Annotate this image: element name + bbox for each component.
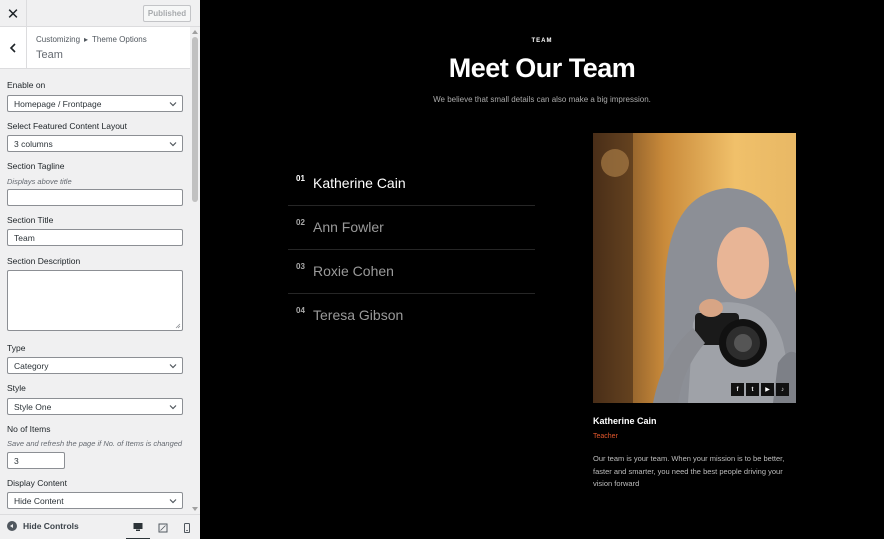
resize-grip-icon[interactable] [175, 323, 181, 329]
tagline-input[interactable] [7, 189, 183, 206]
section-title-label: Section Title [7, 215, 54, 225]
device-desktop-button[interactable] [126, 515, 150, 539]
style-select[interactable]: Style One [7, 398, 183, 415]
display-content-select[interactable]: Hide Content [7, 492, 183, 509]
member-number: 01 [296, 174, 305, 183]
controls-panel: Enable on Homepage / Frontpage Select Fe… [0, 69, 190, 514]
items-description: Save and refresh the page if No. of Item… [7, 439, 183, 448]
team-member-item[interactable]: 01 Katherine Cain [288, 162, 535, 206]
scroll-thumb[interactable] [192, 37, 198, 202]
enable-on-select[interactable]: Homepage / Frontpage [7, 95, 183, 112]
sidebar-footer: Hide Controls [0, 514, 200, 539]
member-name: Ann Fowler [313, 219, 384, 235]
team-title: Meet Our Team [448, 53, 636, 83]
social-links: f t ▶ ♪ [731, 383, 789, 396]
hide-controls-button[interactable]: Hide Controls [7, 521, 79, 531]
member-name: Katherine Cain [313, 175, 406, 191]
breadcrumb-parent: Theme Options [92, 35, 147, 44]
tagline-description: Displays above title [7, 177, 72, 186]
breadcrumb-separator: ▸ [84, 35, 89, 44]
twitter-icon[interactable]: t [746, 383, 759, 396]
team-member-item[interactable]: 03 Roxie Cohen [288, 250, 535, 294]
chevron-down-icon [169, 405, 177, 410]
member-number: 03 [296, 262, 305, 271]
display-content-value: Hide Content [14, 495, 64, 506]
publish-button[interactable]: Published [143, 5, 191, 22]
desktop-icon [133, 522, 143, 531]
youtube-icon[interactable]: ▶ [761, 383, 774, 396]
enable-on-value: Homepage / Frontpage [14, 98, 102, 109]
member-number: 04 [296, 306, 305, 315]
section-title: Team [36, 49, 63, 61]
team-member-item[interactable]: 02 Ann Fowler [288, 206, 535, 250]
display-content-label: Display Content [7, 478, 68, 488]
tagline-label: Section Tagline [7, 161, 65, 171]
type-value: Category [14, 360, 49, 371]
type-select[interactable]: Category [7, 357, 183, 374]
collapse-arrow-icon [7, 521, 17, 531]
customizer-sidebar: ✕ Published Customizing ▸ Theme Options Te… [0, 0, 200, 539]
items-input[interactable]: 3 [7, 452, 65, 469]
section-description-textarea[interactable] [7, 270, 183, 331]
type-label: Type [7, 343, 26, 353]
close-icon: ✕ [6, 5, 20, 23]
scroll-down-arrow-icon[interactable] [192, 507, 198, 511]
card-member-name: Katherine Cain [593, 416, 657, 426]
close-customizer-button[interactable]: ✕ [0, 0, 27, 27]
member-number: 02 [296, 218, 305, 227]
sidebar-header: ✕ Published [0, 0, 200, 27]
hide-controls-label: Hide Controls [23, 521, 79, 531]
chevron-down-icon [169, 142, 177, 147]
breadcrumb-root: Customizing [36, 35, 81, 44]
section-description-label: Section Description [7, 256, 81, 266]
sidebar-scrollbar[interactable] [190, 27, 200, 514]
breadcrumb: Customizing ▸ Theme Options [36, 35, 147, 44]
back-button[interactable] [0, 27, 27, 69]
mobile-icon [184, 522, 190, 533]
photographer-illustration [593, 133, 796, 403]
section-header: Customizing ▸ Theme Options Team [0, 27, 200, 69]
layout-value: 3 columns [14, 138, 53, 149]
member-photo [593, 133, 796, 403]
team-member-item[interactable]: 04 Teresa Gibson [288, 294, 535, 338]
chevron-down-icon [169, 364, 177, 369]
scroll-up-arrow-icon[interactable] [192, 30, 198, 34]
style-label: Style [7, 383, 26, 393]
chevron-left-icon [9, 43, 16, 53]
section-title-input[interactable]: Team [7, 229, 183, 246]
device-tablet-button[interactable] [151, 515, 175, 539]
chevron-down-icon [169, 499, 177, 504]
card-member-role: Teacher [593, 433, 618, 440]
items-label: No of Items [7, 424, 51, 434]
member-name: Teresa Gibson [313, 307, 404, 323]
layout-select[interactable]: 3 columns [7, 135, 183, 152]
member-name: Roxie Cohen [313, 263, 394, 279]
team-tagline: TEAM [531, 38, 553, 44]
tablet-icon [158, 523, 168, 532]
tiktok-icon[interactable]: ♪ [776, 383, 789, 396]
card-member-bio: Our team is your team. When your mission… [593, 454, 785, 488]
style-value: Style One [14, 401, 52, 412]
team-member-list: 01 Katherine Cain 02 Ann Fowler 03 Roxie… [288, 162, 535, 338]
chevron-down-icon [169, 102, 177, 107]
enable-on-label: Enable on [7, 80, 46, 90]
device-mobile-button[interactable] [175, 515, 199, 539]
layout-label: Select Featured Content Layout [7, 121, 128, 131]
site-preview: TEAM Meet Our Team We believe that small… [200, 0, 884, 539]
team-subtitle: We believe that small details can also m… [433, 95, 651, 104]
facebook-icon[interactable]: f [731, 383, 744, 396]
